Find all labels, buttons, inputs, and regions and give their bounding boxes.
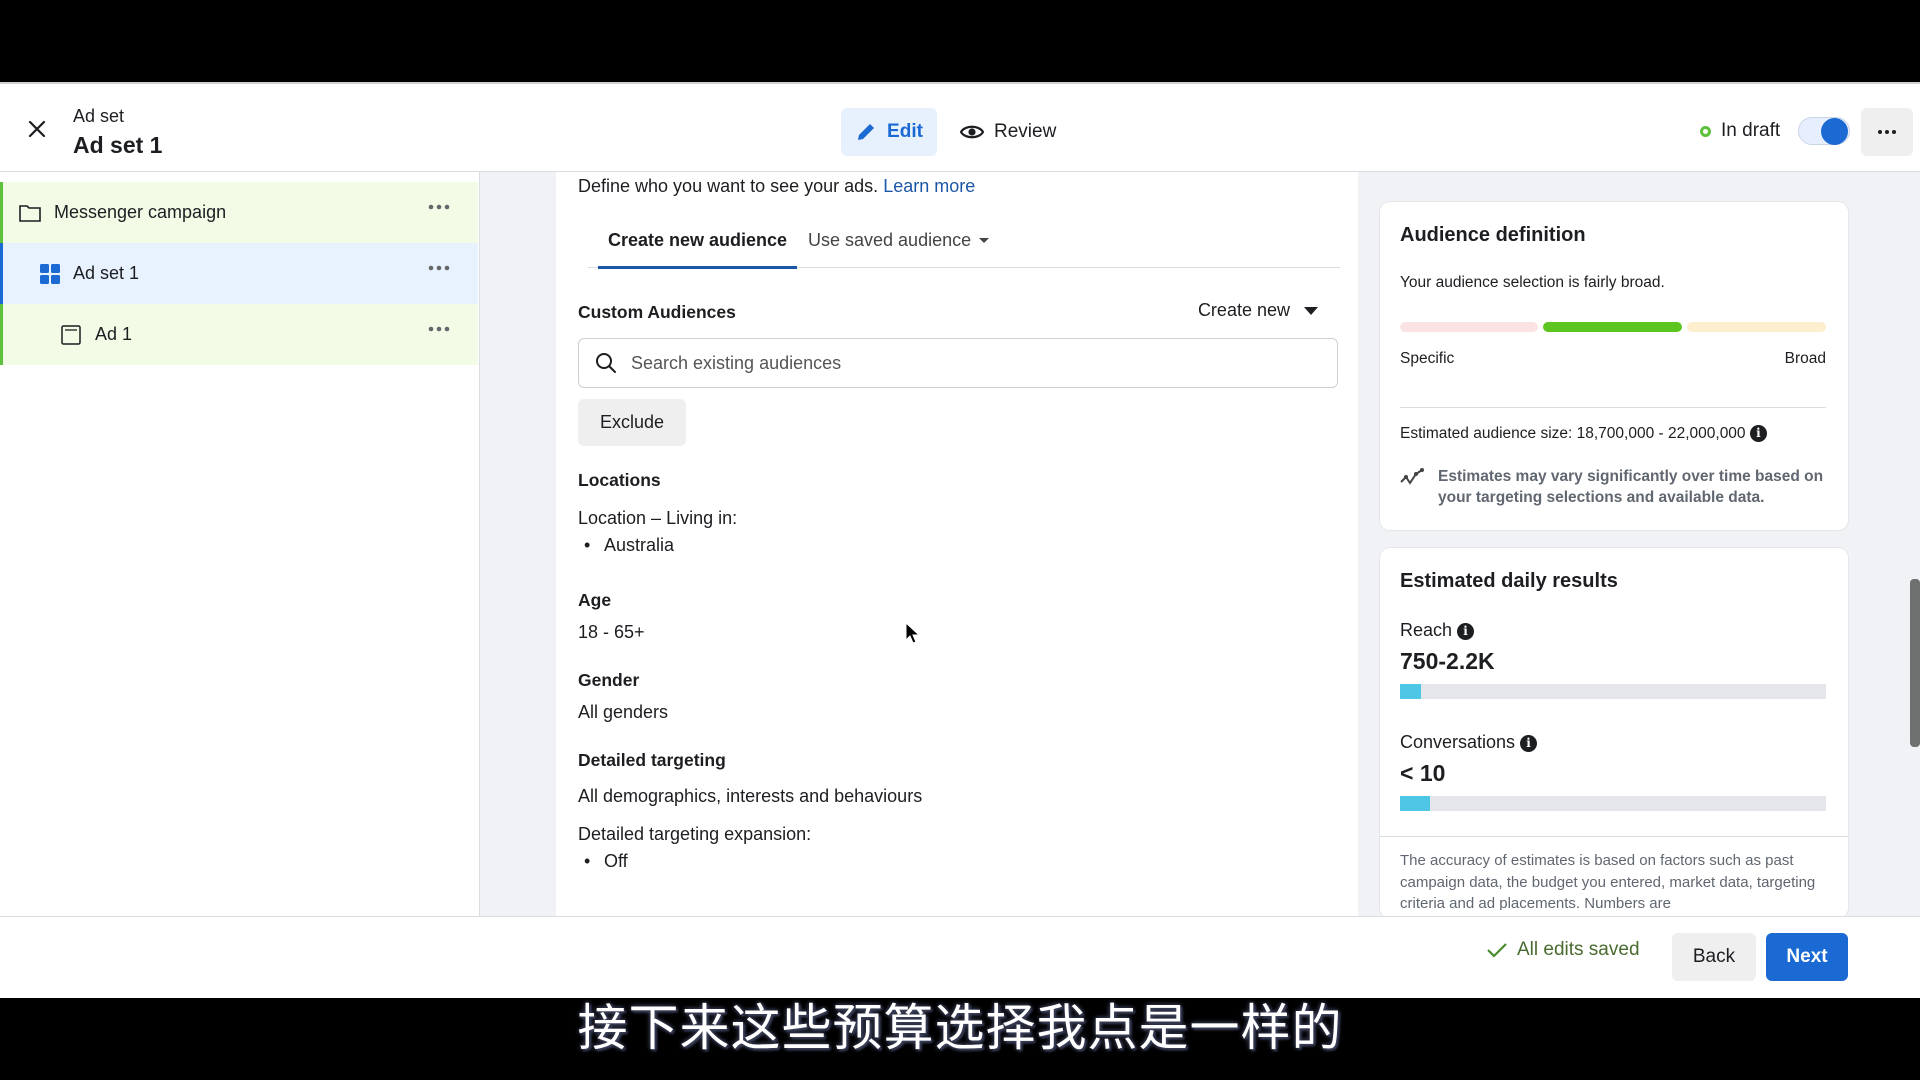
meter-specific-label: Specific <box>1400 350 1455 367</box>
tree-item-ad-set[interactable]: Ad set 1 <box>0 243 478 304</box>
estimates-disclaimer: The accuracy of estimates is based on fa… <box>1400 852 1816 910</box>
trend-line-icon <box>1400 468 1424 485</box>
caret-down-icon <box>1304 306 1318 315</box>
caret-down-icon <box>979 238 990 243</box>
ad-set-toggle[interactable] <box>1798 117 1850 145</box>
targeting-expansion-item: Off <box>584 851 627 872</box>
divider <box>1400 407 1826 408</box>
audience-definition-description: Your audience selection is fairly broad. <box>1400 274 1665 291</box>
next-button[interactable]: Next <box>1766 933 1848 981</box>
close-icon <box>28 120 46 138</box>
grid-icon <box>40 263 60 284</box>
audience-section: Define who you want to see your ads. Lea… <box>556 172 1358 916</box>
review-label: Review <box>994 121 1057 142</box>
age-label: Age <box>578 590 612 610</box>
daily-results-title: Estimated daily results <box>1400 570 1618 592</box>
conversations-bar-fill <box>1400 796 1430 811</box>
header-subtitle: Ad set <box>73 106 125 126</box>
info-icon[interactable]: i <box>1457 622 1475 640</box>
mouse-cursor-icon <box>905 622 921 644</box>
tab-label: Use saved audience <box>808 230 972 250</box>
close-button[interactable] <box>22 114 52 144</box>
targeting-expansion-label: Detailed targeting expansion: <box>578 824 812 844</box>
divider <box>1380 836 1848 837</box>
info-icon[interactable]: i <box>1749 425 1767 443</box>
meter-segment-broad <box>1687 322 1826 332</box>
footer-bar: All edits saved Back Next <box>0 916 1920 998</box>
audience-intro: Define who you want to see your ads. Lea… <box>578 176 975 197</box>
back-button[interactable]: Back <box>1672 933 1756 981</box>
reach-label: Reach <box>1400 620 1453 640</box>
top-header: Ad set Ad set 1 Edit Review In draft <box>0 82 1920 172</box>
locations-text: Location – Living in: <box>578 508 738 528</box>
location-item: Australia <box>584 535 674 556</box>
audience-definition-title: Audience definition <box>1400 224 1586 246</box>
reach-bar-fill <box>1400 684 1422 699</box>
reach-value: 750-2.2K <box>1400 648 1495 674</box>
locations-label: Locations <box>578 470 661 490</box>
estimates-note: Estimates may vary significantly over ti… <box>1438 468 1824 506</box>
tab-use-saved-audience[interactable]: Use saved audience <box>808 230 990 268</box>
conversations-label-row: Conversations i <box>1400 732 1538 753</box>
more-options-button[interactable] <box>1861 108 1913 156</box>
audience-definition-card: Audience definition Your audience select… <box>1380 202 1848 530</box>
audience-search-field[interactable] <box>578 338 1338 388</box>
search-icon <box>596 353 616 373</box>
audience-search-input[interactable] <box>631 352 1311 374</box>
conversations-label: Conversations <box>1400 732 1516 752</box>
tree-item-ad[interactable]: Ad 1 <box>0 304 478 365</box>
audience-size: Estimated audience size: 18,700,000 - 22… <box>1400 425 1767 443</box>
reach-bar <box>1400 684 1826 699</box>
meter-segment-specific <box>1400 322 1538 332</box>
campaign-tree-sidebar: Messenger campaign Ad set 1 Ad 1 <box>0 172 480 916</box>
age-value: 18 - 65+ <box>578 622 645 642</box>
video-caption: 接下来这些预算选择我点是一样的 <box>577 999 1343 1057</box>
audience-tabs: Create new audience Use saved audience <box>588 230 1340 269</box>
save-status-text: All edits saved <box>1517 939 1640 960</box>
review-mode-button[interactable]: Review <box>960 108 1056 156</box>
ad-set-editor: Ad set Ad set 1 Edit Review In draft Mes… <box>0 82 1920 998</box>
status-dot-icon <box>1700 125 1711 137</box>
create-new-dropdown[interactable]: Create new <box>1198 300 1318 321</box>
tree-item-label: Ad set 1 <box>73 263 140 283</box>
edit-mode-button[interactable]: Edit <box>841 108 937 156</box>
check-icon <box>1487 943 1507 958</box>
more-icon[interactable] <box>428 204 450 210</box>
intro-text: Define who you want to see your ads. <box>578 176 879 196</box>
custom-audiences-label: Custom Audiences <box>578 302 736 322</box>
folder-icon <box>19 204 41 222</box>
edit-label: Edit <box>887 121 923 142</box>
more-icon[interactable] <box>428 326 450 332</box>
daily-results-card: Estimated daily results Reach i 750-2.2K… <box>1380 548 1848 918</box>
tree-item-label: Messenger campaign <box>54 202 227 222</box>
right-panel-scrollbar[interactable] <box>1910 579 1920 747</box>
tab-create-new-audience[interactable]: Create new audience <box>598 230 798 269</box>
save-status: All edits saved <box>1487 939 1640 961</box>
reach-label-row: Reach i <box>1400 620 1475 641</box>
tree-item-label: Ad 1 <box>95 324 133 344</box>
gender-value: All genders <box>578 702 669 722</box>
header-title: Ad set 1 <box>73 132 163 158</box>
exclude-button[interactable]: Exclude <box>578 399 686 446</box>
conversations-value: < 10 <box>1400 760 1446 786</box>
gender-label: Gender <box>578 670 640 690</box>
detailed-targeting-value: All demographics, interests and behaviou… <box>578 786 923 806</box>
meter-broad-label: Broad <box>1784 350 1826 367</box>
conversations-bar <box>1400 796 1826 811</box>
ad-page-icon <box>61 324 81 345</box>
status-label: In draft <box>1721 120 1781 141</box>
detailed-targeting-label: Detailed targeting <box>578 750 726 770</box>
info-icon[interactable]: i <box>1520 734 1538 752</box>
pencil-icon <box>858 124 875 140</box>
toggle-knob <box>1821 118 1848 145</box>
status-indicator: In draft <box>1700 120 1780 142</box>
meter-segment-balanced <box>1543 322 1682 332</box>
more-icon[interactable] <box>428 265 450 271</box>
more-icon <box>1878 130 1896 134</box>
eye-icon <box>960 125 984 139</box>
audience-size-text: Estimated audience size: 18,700,000 - 22… <box>1400 425 1746 442</box>
learn-more-link[interactable]: Learn more <box>883 176 975 196</box>
create-new-label: Create new <box>1197 300 1290 320</box>
tree-item-campaign[interactable]: Messenger campaign <box>0 182 478 243</box>
